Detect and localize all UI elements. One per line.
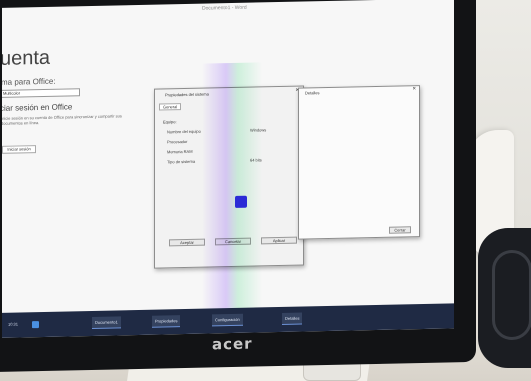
sign-in-button[interactable]: Iniciar sesión — [2, 145, 36, 154]
taskbar-item[interactable]: Documento1 — [92, 316, 121, 329]
details-dialog: Detalles × Cerrar — [298, 85, 420, 240]
window-title: Documento1 - Word — [202, 4, 247, 12]
close-icon[interactable]: × — [412, 86, 416, 92]
row-label: Tipo de sistema — [167, 158, 196, 165]
photo-scene: Documento1 - Word uenta ma para Office: … — [0, 0, 531, 381]
taskbar-item[interactable]: Propiedades — [152, 315, 181, 328]
dialog-tabs: General — [159, 103, 182, 111]
theme-label: ma para Office: — [2, 76, 56, 87]
screen: Documento1 - Word uenta ma para Office: … — [2, 0, 454, 338]
ok-button[interactable]: Aceptar — [169, 238, 205, 247]
row-label: Memoria RAM — [167, 148, 193, 155]
monitor-brand: acer — [212, 334, 253, 354]
section-label: Equipo: — [163, 119, 177, 125]
row-label: Nombre del equipo — [167, 128, 201, 135]
sessions-description: Inicie sesión en su cuenta de Office par… — [2, 113, 122, 126]
theme-select[interactable]: Multicolor — [2, 88, 80, 98]
monitor: Documento1 - Word uenta ma para Office: … — [0, 0, 476, 373]
sessions-title: ciar sesión en Office — [2, 102, 73, 113]
taskbar: 10:31 Documento1 Propiedades Configuraci… — [2, 303, 454, 338]
mouse-cursor-icon — [235, 195, 247, 208]
taskbar-item[interactable]: Detalles — [282, 312, 303, 325]
windows-icon[interactable] — [32, 321, 39, 329]
screen-glare — [202, 62, 262, 314]
close-button[interactable]: Cerrar — [389, 226, 411, 234]
details-title: Detalles — [305, 90, 320, 96]
fan-ring — [492, 250, 531, 340]
page-title: uenta — [2, 46, 51, 70]
tab-general[interactable]: General — [159, 103, 182, 111]
row-label: Procesador — [167, 138, 188, 145]
clock: 10:31 — [8, 321, 19, 327]
apply-button[interactable]: Aplicar — [261, 236, 297, 245]
taskbar-item[interactable]: Configuración — [212, 313, 243, 327]
